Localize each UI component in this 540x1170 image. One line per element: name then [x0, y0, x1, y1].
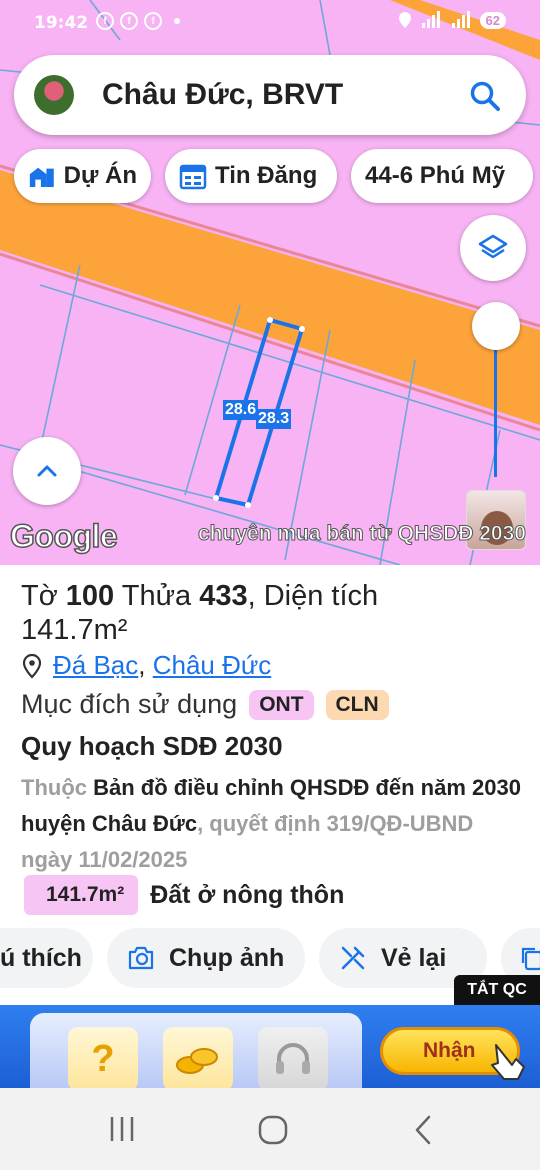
parcel-title: Tờ 100 Thửa 433, Diện tích 141.7m²	[21, 580, 379, 646]
pointing-hand-icon	[491, 1044, 525, 1080]
close-ad-button[interactable]: TẮT QC	[454, 975, 540, 1005]
google-logo: Google	[9, 517, 118, 555]
status-notification-icons: f f f	[96, 12, 180, 30]
chip-listings-label: Tin Đăng	[215, 162, 318, 189]
chip-place[interactable]: 44-6 Phú Mỹ	[351, 149, 533, 203]
signal-4g-icon	[451, 11, 470, 28]
district-link[interactable]: Châu Đức	[153, 650, 272, 681]
plan-description: Thuộc Bản đồ điều chỉnh QHSDĐ đến năm 20…	[21, 770, 521, 878]
plot-number: 433	[199, 580, 248, 612]
camera-icon	[128, 946, 154, 970]
take-photo-label: Chụp ảnh	[169, 943, 285, 972]
battery-level: 62	[479, 11, 506, 29]
ad-tray: ?	[30, 1013, 362, 1088]
search-bar[interactable]: Châu Đức, BRVT	[14, 55, 526, 135]
facebook-icon: f	[96, 12, 114, 30]
layers-button[interactable]	[460, 215, 526, 281]
map-caption: chuyên mua bán từ QHSDĐ 2030	[198, 522, 526, 546]
redraw-icon	[341, 946, 365, 970]
question-mark-icon: ?	[68, 1027, 138, 1088]
search-icon[interactable]	[468, 79, 502, 113]
plan-title: Quy hoạch SDĐ 2030	[21, 731, 283, 761]
land-use-badge-cln: CLN	[325, 689, 389, 720]
chip-listings[interactable]: Tin Đăng	[165, 149, 337, 203]
copy-icon	[521, 947, 540, 971]
purpose-row: Mục đích sử dụng ONT CLN	[21, 689, 389, 720]
ad-banner[interactable]: ? Nhận	[0, 1005, 540, 1088]
note-button[interactable]: ú thích	[0, 928, 93, 988]
take-photo-button[interactable]: Chụp ảnh	[107, 928, 305, 988]
plot-label: Thửa	[121, 580, 192, 612]
home-icon[interactable]	[257, 1114, 289, 1146]
sheet-number: 100	[65, 580, 115, 612]
chip-place-label: 44-6 Phú Mỹ	[365, 162, 506, 189]
zone-row: 141.7m² Đất ở nông thôn	[24, 875, 344, 915]
status-time: 19:42	[34, 13, 89, 33]
plan-prefix: Thuộc	[21, 775, 87, 800]
dimension-label-right: 28.3	[256, 409, 292, 429]
search-location-text[interactable]: Châu Đức, BRVT	[102, 78, 343, 112]
zone-type: Đất ở nông thôn	[150, 880, 345, 909]
chevron-up-icon	[37, 465, 57, 477]
coins-icon	[163, 1027, 233, 1088]
status-bar: 19:42 f f f 62	[0, 0, 540, 48]
location-row: Đá Bạc, Châu Đức	[21, 650, 271, 681]
dimension-label-left: 28.6	[223, 400, 259, 420]
layers-icon	[478, 234, 508, 259]
system-navigation-bar	[0, 1088, 540, 1170]
redraw-label: Vẻ lại	[381, 943, 447, 972]
avatar[interactable]	[34, 75, 74, 115]
facebook-icon: f	[144, 12, 162, 30]
map-pin-icon	[22, 653, 42, 679]
status-system-icons: 62	[398, 11, 506, 29]
ward-link[interactable]: Đá Bạc	[53, 650, 138, 681]
chip-projects-label: Dự Án	[63, 162, 137, 189]
zone-area-badge: 141.7m²	[24, 875, 139, 915]
signal-icon	[421, 11, 440, 28]
opacity-slider-handle[interactable]	[472, 302, 520, 350]
sheet-label: Tờ	[21, 580, 58, 612]
purpose-label: Mục đích sử dụng	[21, 689, 238, 719]
expand-up-button[interactable]	[13, 437, 81, 505]
buildings-icon	[29, 167, 54, 188]
area-label: Diện tích	[263, 580, 379, 612]
ad-claim-label: Nhận	[423, 1039, 476, 1062]
chip-projects[interactable]: Dự Án	[14, 149, 151, 203]
recent-apps-icon[interactable]	[106, 1114, 138, 1144]
land-use-badge-ont: ONT	[249, 689, 314, 720]
dot-icon	[174, 18, 180, 24]
back-icon[interactable]	[411, 1114, 435, 1146]
calendar-icon	[179, 164, 207, 190]
map-view[interactable]: 28.6 28.3 19:42 f f f 62 Châu Đức, BRVT	[0, 0, 540, 565]
facebook-icon: f	[120, 12, 138, 30]
screen: 28.6 28.3 19:42 f f f 62 Châu Đức, BRVT	[0, 0, 540, 1170]
note-button-label: ú thích	[0, 943, 82, 972]
location-icon	[398, 12, 411, 28]
parcel-area: 141.7m²	[21, 614, 128, 646]
headphones-icon	[258, 1027, 328, 1088]
